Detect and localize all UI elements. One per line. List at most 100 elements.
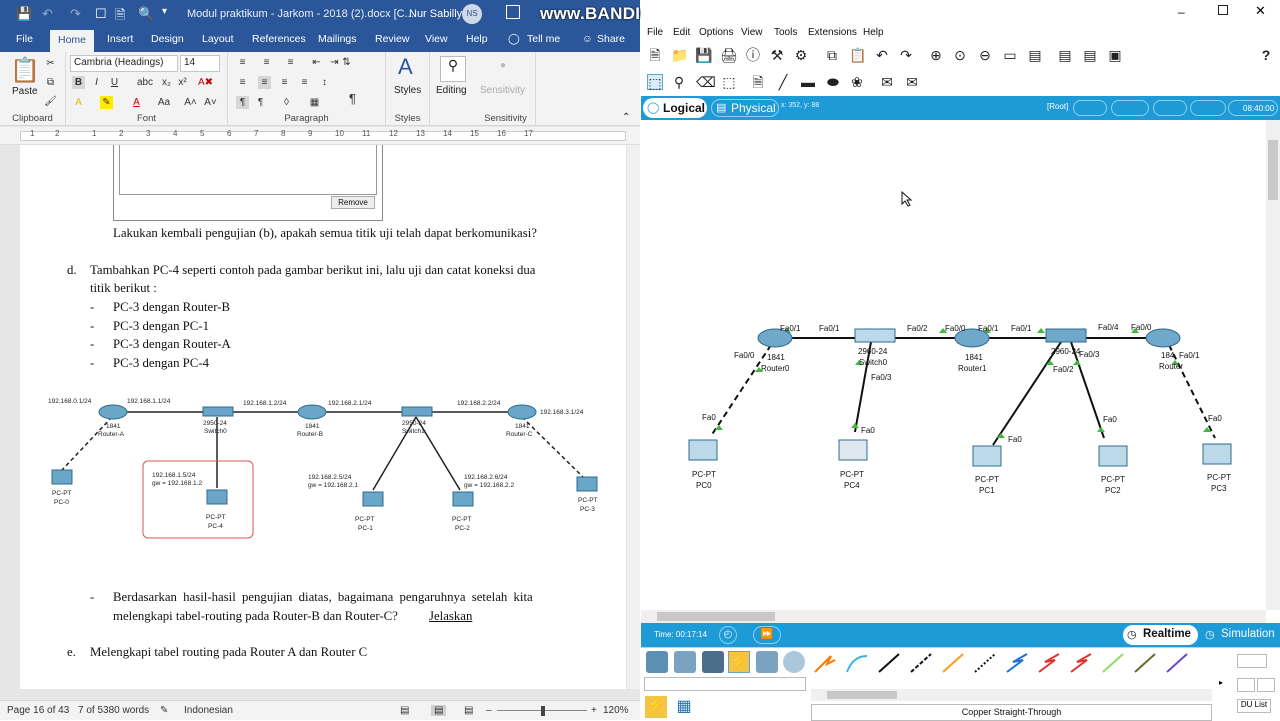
components-icon[interactable] — [702, 651, 724, 673]
root-breadcrumb[interactable]: [Root] — [1047, 102, 1068, 111]
fiber-icon[interactable] — [942, 653, 964, 673]
close-icon[interactable]: ✕ — [1255, 3, 1266, 19]
tab-review[interactable]: Review — [375, 33, 409, 45]
viewport-button[interactable] — [1153, 100, 1187, 116]
serial-dte-icon[interactable] — [1070, 653, 1092, 673]
line-spacing-icon[interactable]: ↕ — [318, 76, 331, 89]
shading-icon[interactable]: ◊ — [280, 96, 293, 109]
auto-cable-icon[interactable] — [814, 655, 836, 673]
device-list-button[interactable]: DU List — [1237, 699, 1271, 713]
rtl-icon[interactable]: ¶ — [254, 96, 267, 109]
italic-icon[interactable]: I — [90, 76, 103, 89]
misc-icon[interactable] — [756, 651, 778, 673]
cloud-button[interactable] — [1111, 100, 1149, 116]
bullets-icon[interactable]: ≡ — [236, 56, 249, 69]
print-preview-icon[interactable]: 🔍 — [138, 6, 154, 22]
print-layout-icon[interactable]: ▤ — [431, 705, 447, 716]
tab-layout[interactable]: Layout — [202, 33, 234, 45]
tell-me-box[interactable]: Tell me — [527, 33, 560, 45]
complex-pdu-icon[interactable]: ✉ — [904, 74, 920, 90]
drawing-palette-icon[interactable]: ▭ — [1002, 47, 1018, 63]
vscroll-thumb[interactable] — [1268, 140, 1278, 200]
read-mode-icon[interactable]: ▤ — [400, 705, 409, 716]
tab-references[interactable]: References — [252, 33, 306, 45]
end-devices-icon[interactable] — [674, 651, 696, 673]
draw-rect-icon[interactable]: ▬ — [800, 74, 816, 90]
user-name[interactable]: Nur Sabilly — [409, 8, 462, 20]
highlight-icon[interactable]: ✎ — [100, 96, 113, 109]
zoom-in-icon[interactable]: ⊕ — [928, 47, 944, 63]
grid-icon[interactable]: ▦ — [673, 696, 695, 718]
undo-icon[interactable]: ↶ — [42, 6, 53, 22]
zoom-in-icon[interactable]: + — [591, 705, 597, 716]
zoom-out-icon[interactable]: – — [486, 705, 492, 716]
network-devices-icon[interactable] — [646, 651, 668, 673]
coaxial-icon[interactable] — [1006, 653, 1028, 673]
font-name-combo[interactable]: Cambria (Headings) — [70, 55, 178, 72]
menu-help[interactable]: Help — [863, 27, 884, 38]
open-icon[interactable]: 📁 — [671, 47, 688, 63]
justify-icon[interactable]: ≡ — [298, 76, 311, 89]
proofing-icon[interactable]: ✎ — [160, 705, 168, 716]
font-size-combo[interactable]: 14 — [180, 55, 220, 72]
web-layout-icon[interactable]: ▤ — [464, 705, 473, 716]
language[interactable]: Indonesian — [184, 705, 233, 716]
grow-font-icon[interactable]: A˄ — [184, 96, 197, 109]
word-count[interactable]: 7 of 5380 words — [78, 705, 149, 716]
show-formatting-icon[interactable]: ¶ — [346, 92, 359, 105]
new-device-button[interactable] — [1237, 678, 1255, 692]
add-pdu-icon[interactable]: ✉ — [879, 74, 895, 90]
clock-display[interactable]: 08:40:00 — [1228, 100, 1278, 116]
strikethrough-icon[interactable]: abc — [134, 76, 156, 89]
network-info-icon[interactable]: ⚙ — [793, 47, 809, 63]
ltr-icon[interactable]: ¶ — [236, 96, 249, 109]
info-icon[interactable]: ⓘ — [745, 47, 761, 63]
share-button[interactable]: Share — [597, 33, 625, 45]
multiuser-icon[interactable] — [783, 651, 805, 673]
underline-icon[interactable]: U — [108, 76, 121, 89]
save-icon[interactable]: 💾 — [695, 47, 712, 63]
numbering-icon[interactable]: ≡ — [260, 56, 273, 69]
environment-button[interactable] — [1190, 100, 1226, 116]
draw-ellipse-icon[interactable]: ⬬ — [825, 74, 841, 90]
freeform-icon[interactable]: ❀ — [849, 74, 865, 90]
pc2-icon[interactable] — [1098, 445, 1128, 467]
delete-icon[interactable]: ⌫ — [696, 74, 716, 90]
custom-device-icon[interactable]: ▤ — [1027, 47, 1043, 63]
auto-connection-icon[interactable]: ⚡ — [645, 696, 667, 718]
vertical-scrollbar[interactable] — [627, 145, 640, 689]
print-icon[interactable]: 🖨 — [720, 47, 738, 63]
expand-icon[interactable]: ▸ — [1219, 678, 1223, 687]
help-icon[interactable]: ? — [1258, 47, 1274, 63]
image-icon[interactable]: ▣ — [1107, 47, 1123, 63]
zoom-reset-icon[interactable]: ⊙ — [952, 47, 968, 63]
usb-cable-icon[interactable] — [1166, 653, 1188, 673]
collapse-ribbon-icon[interactable]: ⌃ — [622, 112, 630, 123]
styles-button[interactable]: Styles — [394, 85, 421, 96]
pc3-icon[interactable] — [1202, 443, 1232, 465]
clear-format-icon[interactable]: A✖ — [198, 76, 213, 89]
phone-cable-icon[interactable] — [974, 653, 996, 673]
zoom-slider-thumb[interactable] — [541, 706, 545, 716]
console-cable-icon[interactable] — [846, 655, 868, 673]
new-doc-icon[interactable]: 🗎 — [115, 6, 125, 28]
wizard-icon[interactable]: ⚒ — [769, 47, 785, 63]
tab-insert[interactable]: Insert — [107, 33, 133, 45]
connections-icon[interactable]: ⚡ — [728, 651, 750, 673]
new-cluster-button[interactable] — [1073, 100, 1107, 116]
change-case-icon[interactable]: Aa — [154, 96, 174, 109]
ribbon-display-icon[interactable] — [506, 5, 520, 19]
avatar[interactable]: NS — [462, 4, 482, 24]
tab-help[interactable]: Help — [466, 33, 488, 45]
cable-scroll-thumb[interactable] — [827, 691, 897, 699]
sort-icon[interactable]: ⇅ — [340, 56, 353, 69]
tab-view[interactable]: View — [425, 33, 448, 45]
switch1-icon[interactable] — [1045, 328, 1087, 343]
minimize-icon[interactable]: – — [1178, 5, 1185, 19]
serial-dce-icon[interactable] — [1038, 653, 1060, 673]
menu-options[interactable]: Options — [699, 27, 733, 38]
format-painter-icon[interactable]: 🖌 — [44, 95, 57, 108]
align-right-icon[interactable]: ≡ — [278, 76, 291, 89]
fast-forward-icon[interactable]: ⏩ — [753, 626, 781, 644]
cut-icon[interactable]: ✂ — [44, 57, 57, 70]
